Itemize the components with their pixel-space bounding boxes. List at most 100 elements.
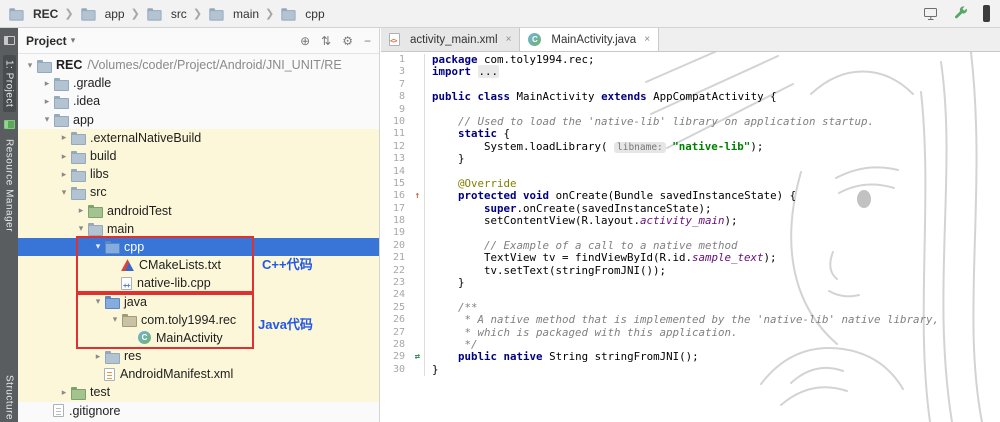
breadcrumb-item-REC[interactable]: REC [8,7,58,21]
chevron-right-icon[interactable]: ▸ [41,96,53,107]
chevron-right-icon[interactable]: ▸ [41,78,53,89]
tab-MainActivity.java[interactable]: MainActivity.java × [520,28,660,51]
tree-item-MainActivity[interactable]: MainActivity [18,328,379,347]
tree-item-CMakeLists.txt[interactable]: CMakeLists.txt [18,256,379,275]
line-number[interactable]: 22 [381,265,411,277]
line-number[interactable]: 13 [381,153,411,165]
line-number[interactable]: 10 [381,116,411,128]
line-number[interactable]: 21 [381,252,411,264]
line-number[interactable]: 20 [381,240,411,252]
line-number[interactable]: 15 [381,178,411,190]
tree-item-.idea[interactable]: ▸ .idea [18,92,379,110]
locate-icon[interactable]: ⊕ [300,35,310,47]
line-number[interactable]: 27 [381,327,411,339]
tree-item-res[interactable]: ▸ res [18,347,379,366]
line-number[interactable]: 19 [381,227,411,239]
tree-item-.gitignore[interactable]: .gitignore [18,402,379,420]
breadcrumb-separator-icon: ❯ [130,8,140,20]
tree-item-.externalNativeBuild[interactable]: ▸ .externalNativeBuild [18,128,379,147]
line-number[interactable]: 25 [381,302,411,314]
settings-icon[interactable]: ⚙ [342,35,353,47]
chevron-down-icon[interactable]: ▾ [92,241,104,252]
close-tab-icon[interactable]: × [644,34,650,45]
tree-item-.gradle[interactable]: ▸ .gradle [18,74,379,92]
line-number[interactable]: 30 [381,364,411,376]
chevron-right-icon[interactable]: ▸ [92,351,104,362]
tree-item-cpp[interactable]: ▾ cpp [18,237,379,257]
line-number[interactable]: 28 [381,339,411,351]
tool-tab-project[interactable]: 1: Project [2,55,16,113]
tree-item-AndroidManifest.xml[interactable]: AndroidManifest.xml [18,365,379,384]
gutter-spacer [411,202,425,216]
tool-tab-structure[interactable]: Structure [4,375,15,420]
project-view-dropdown[interactable]: Project ▾ [26,34,75,48]
line-number[interactable]: 8 [381,91,411,103]
code-line[interactable]: 23 } [381,276,1000,290]
build-wrench-icon[interactable] [953,6,969,22]
chevron-down-icon[interactable]: ▾ [92,296,104,307]
code-line[interactable]: 12 System.loadLibrary( libname: "native-… [381,140,1000,154]
tool-tab-resource-manager[interactable]: Resource Manager [4,139,15,232]
line-number[interactable]: 29 [381,351,411,363]
tree-item-native-lib.cpp[interactable]: native-lib.cpp [18,274,379,293]
tree-item-androidTest[interactable]: ▸ androidTest [18,201,379,220]
chevron-right-icon[interactable]: ▸ [58,132,70,143]
cmake-icon [121,259,134,272]
chevron-right-icon[interactable]: ▸ [58,169,70,180]
code-line[interactable]: 8 public class MainActivity extends AppCo… [381,90,1000,104]
line-number[interactable]: 3 [381,66,411,78]
line-number[interactable]: 7 [381,79,411,91]
native-gutter-icon[interactable]: ⇄ [411,351,425,364]
line-number[interactable]: 14 [381,166,411,178]
chevron-down-icon[interactable]: ▾ [58,187,70,198]
code-line[interactable]: 29 ⇄ public native String stringFromJNI()… [381,351,1000,364]
breadcrumb-item-main[interactable]: main [208,7,259,21]
tree-item-REC[interactable]: ▾ REC /Volumes/coder/Project/Android/JNI_… [18,56,379,74]
line-number[interactable]: 18 [381,215,411,227]
tree-item-java[interactable]: ▾ java [18,292,379,311]
chevron-down-icon[interactable]: ▾ [75,223,87,234]
code-line[interactable]: 30} [381,363,1000,377]
tree-item-test[interactable]: ▸ test [18,383,379,402]
resource-manager-icon[interactable] [3,120,15,130]
code-line[interactable]: 22 tv.setText(stringFromJNI()); [381,264,1000,278]
line-number[interactable]: 9 [381,104,411,116]
tree-item-app[interactable]: ▾ app [18,111,379,129]
chevron-down-icon[interactable]: ▾ [41,114,53,125]
chevron-right-icon[interactable]: ▸ [75,205,87,216]
tree-item-build[interactable]: ▸ build [18,146,379,166]
breadcrumb-item-app[interactable]: app [80,7,125,21]
code-line[interactable]: 18 setContentView(R.layout.activity_main… [381,214,1000,228]
override-gutter-icon[interactable]: ↑ [411,190,425,203]
hide-icon[interactable]: − [364,35,371,47]
line-number[interactable]: 1 [381,54,411,66]
line-number[interactable]: 17 [381,203,411,215]
code-line[interactable]: 3 import ... [381,65,1000,79]
chevron-right-icon[interactable]: ▸ [58,151,70,162]
tree-item-label: cpp [124,239,145,254]
collapse-all-icon[interactable]: ⇅ [321,35,331,47]
project-tool-icon[interactable] [3,36,15,45]
tree-item-src[interactable]: ▾ src [18,183,379,202]
tab-activity_main.xml[interactable]: activity_main.xml × [381,28,521,51]
more-icon[interactable] [983,5,990,22]
tree-item-com.toly1994.rec[interactable]: ▾ com.toly1994.rec [18,310,379,329]
breadcrumb-item-src[interactable]: src [146,7,187,21]
tree-item-libs[interactable]: ▸ libs [18,165,379,184]
chevron-right-icon[interactable]: ▸ [58,387,70,398]
line-number[interactable]: 26 [381,314,411,326]
tree-item-main[interactable]: ▾ main [18,219,379,238]
gutter-spacer [411,177,425,191]
chevron-down-icon[interactable]: ▾ [24,60,36,71]
folder-blue-icon [104,295,120,310]
close-tab-icon[interactable]: × [506,34,512,45]
line-number[interactable]: 11 [381,128,411,140]
code-line[interactable]: 13 } [381,152,1000,166]
line-number[interactable]: 16 [381,190,411,202]
line-number[interactable]: 23 [381,277,411,289]
breadcrumb-item-cpp[interactable]: cpp [280,7,325,21]
line-number[interactable]: 12 [381,141,411,153]
line-number[interactable]: 24 [381,289,411,301]
chevron-down-icon[interactable]: ▾ [109,314,121,325]
device-monitor-icon[interactable] [923,6,939,22]
